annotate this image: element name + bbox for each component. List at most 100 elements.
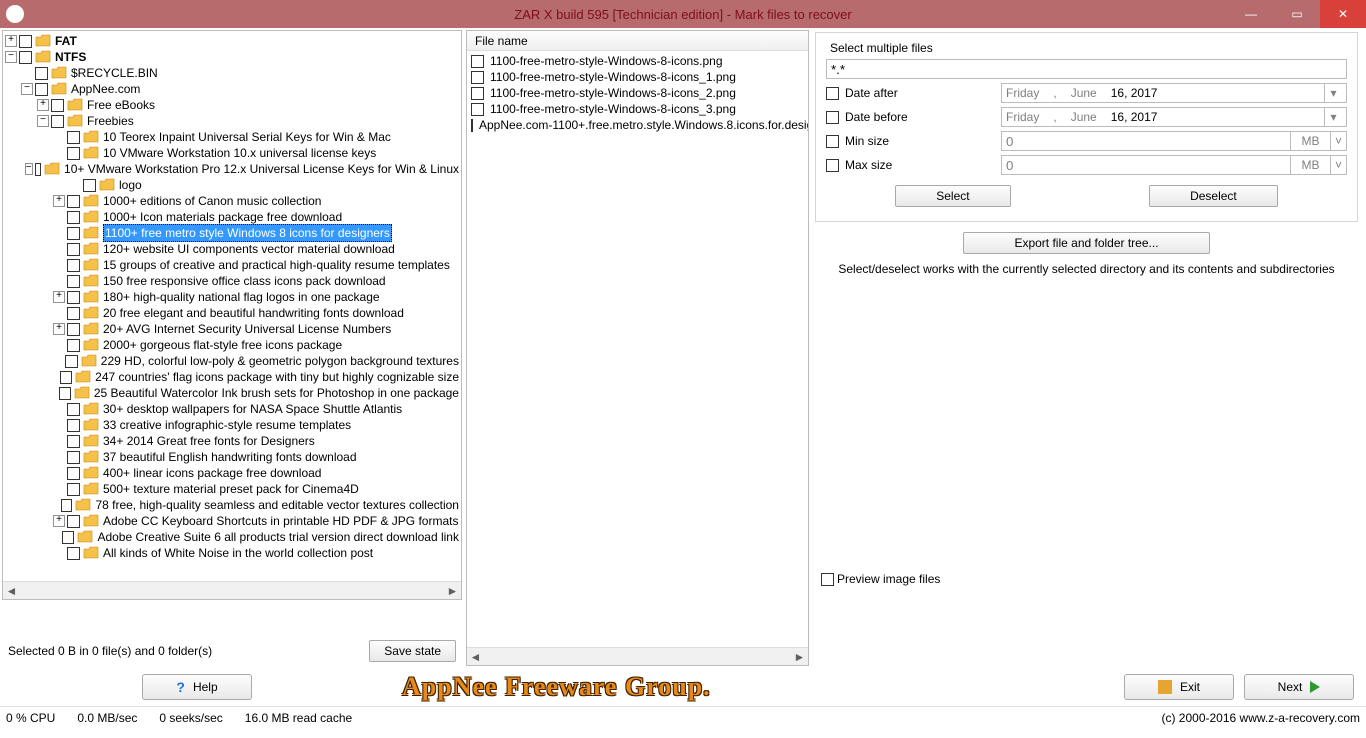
tree-checkbox[interactable]	[35, 163, 42, 176]
tree-row[interactable]: +1000+ editions of Canon music collectio…	[5, 193, 459, 209]
tree-row[interactable]: +Free eBooks	[5, 97, 459, 113]
tree-checkbox[interactable]	[60, 371, 72, 384]
tree-row[interactable]: 229 HD, colorful low-poly & geometric po…	[5, 353, 459, 369]
tree-row[interactable]: +180+ high-quality national flag logos i…	[5, 289, 459, 305]
tree-row[interactable]: 150 free responsive office class icons p…	[5, 273, 459, 289]
date-after-input[interactable]: Friday, June 16, 2017 ▾	[1001, 83, 1347, 103]
date-after-checkbox[interactable]	[826, 87, 839, 100]
collapse-icon[interactable]: −	[37, 115, 49, 127]
scroll-right-icon[interactable]: ►	[444, 582, 461, 599]
tree-row[interactable]: 25 Beautiful Watercolor Ink brush sets f…	[5, 385, 459, 401]
tree-row[interactable]: 78 free, high-quality seamless and edita…	[5, 497, 459, 513]
collapse-icon[interactable]: −	[21, 83, 33, 95]
tree-checkbox[interactable]	[67, 195, 80, 208]
dropdown-icon[interactable]: ˅	[1331, 155, 1347, 175]
tree-row[interactable]: 1100+ free metro style Windows 8 icons f…	[5, 225, 459, 241]
file-hscrollbar[interactable]: ◄ ►	[467, 647, 808, 665]
tree-row[interactable]: −AppNee.com	[5, 81, 459, 97]
select-button[interactable]: Select	[895, 185, 1010, 207]
tree-checkbox[interactable]	[67, 451, 80, 464]
tree-row[interactable]: +20+ AVG Internet Security Universal Lic…	[5, 321, 459, 337]
scroll-left-icon[interactable]: ◄	[3, 582, 20, 599]
calendar-icon[interactable]: ▾	[1324, 108, 1342, 126]
tree-checkbox[interactable]	[61, 499, 73, 512]
tree-row[interactable]: $RECYCLE.BIN	[5, 65, 459, 81]
tree-checkbox[interactable]	[67, 515, 80, 528]
tree-checkbox[interactable]	[67, 339, 80, 352]
tree-checkbox[interactable]	[35, 83, 48, 96]
file-row[interactable]: AppNee.com-1100+.free.metro.style.Window…	[469, 117, 806, 133]
tree-checkbox[interactable]	[19, 35, 32, 48]
tree-row[interactable]: 120+ website UI components vector materi…	[5, 241, 459, 257]
tree-checkbox[interactable]	[67, 547, 80, 560]
tree-checkbox[interactable]	[67, 275, 80, 288]
tree-checkbox[interactable]	[51, 99, 64, 112]
dropdown-icon[interactable]: ˅	[1331, 131, 1347, 151]
expand-icon[interactable]: +	[37, 99, 49, 111]
file-checkbox[interactable]	[471, 71, 484, 84]
tree-checkbox[interactable]	[35, 67, 48, 80]
tree-checkbox[interactable]	[67, 467, 80, 480]
tree-checkbox[interactable]	[67, 403, 80, 416]
file-row[interactable]: 1100-free-metro-style-Windows-8-icons.pn…	[469, 53, 806, 69]
file-checkbox[interactable]	[471, 55, 484, 68]
tree-checkbox[interactable]	[67, 419, 80, 432]
file-checkbox[interactable]	[471, 103, 484, 116]
exit-button[interactable]: Exit	[1124, 674, 1234, 700]
min-size-unit[interactable]: MB	[1291, 131, 1331, 151]
file-row[interactable]: 1100-free-metro-style-Windows-8-icons_1.…	[469, 69, 806, 85]
tree-row[interactable]: 2000+ gorgeous flat-style free icons pac…	[5, 337, 459, 353]
tree-row[interactable]: 500+ texture material preset pack for Ci…	[5, 481, 459, 497]
export-tree-button[interactable]: Export file and folder tree...	[963, 232, 1209, 254]
min-size-input[interactable]	[1001, 131, 1291, 151]
tree-checkbox[interactable]	[62, 531, 74, 544]
tree-row[interactable]: 34+ 2014 Great free fonts for Designers	[5, 433, 459, 449]
deselect-button[interactable]: Deselect	[1149, 185, 1278, 207]
tree-checkbox[interactable]	[67, 435, 80, 448]
tree-row[interactable]: 1000+ Icon materials package free downlo…	[5, 209, 459, 225]
tree-row[interactable]: 15 groups of creative and practical high…	[5, 257, 459, 273]
tree-checkbox[interactable]	[67, 291, 80, 304]
tree-row[interactable]: All kinds of White Noise in the world co…	[5, 545, 459, 561]
date-before-input[interactable]: Friday, June 16, 2017 ▾	[1001, 107, 1347, 127]
max-size-input[interactable]	[1001, 155, 1291, 175]
tree-row[interactable]: 10 Teorex Inpaint Universal Serial Keys …	[5, 129, 459, 145]
tree-checkbox[interactable]	[67, 147, 80, 160]
tree-row[interactable]: 247 countries' flag icons package with t…	[5, 369, 459, 385]
tree-row[interactable]: 10 VMware Workstation 10.x universal lic…	[5, 145, 459, 161]
maximize-button[interactable]: ▭	[1274, 0, 1320, 28]
max-size-checkbox[interactable]	[826, 159, 839, 172]
min-size-checkbox[interactable]	[826, 135, 839, 148]
tree-row[interactable]: Adobe Creative Suite 6 all products tria…	[5, 529, 459, 545]
tree-checkbox[interactable]	[83, 179, 96, 192]
tree-checkbox[interactable]	[51, 115, 64, 128]
file-checkbox[interactable]	[471, 119, 473, 132]
scroll-right-icon[interactable]: ►	[791, 648, 808, 665]
tree-checkbox[interactable]	[19, 51, 32, 64]
tree-row[interactable]: 20 free elegant and beautiful handwritin…	[5, 305, 459, 321]
tree-checkbox[interactable]	[67, 259, 80, 272]
scroll-left-icon[interactable]: ◄	[467, 648, 484, 665]
folder-tree[interactable]: +FAT−NTFS$RECYCLE.BIN−AppNee.com+Free eB…	[3, 31, 461, 581]
tree-checkbox[interactable]	[65, 355, 78, 368]
file-list-header[interactable]: File name	[467, 31, 808, 51]
max-size-unit[interactable]: MB	[1291, 155, 1331, 175]
expand-icon[interactable]: +	[5, 35, 17, 47]
tree-row[interactable]: +Adobe CC Keyboard Shortcuts in printabl…	[5, 513, 459, 529]
tree-checkbox[interactable]	[67, 243, 80, 256]
expand-icon[interactable]: +	[53, 323, 65, 335]
file-row[interactable]: 1100-free-metro-style-Windows-8-icons_2.…	[469, 85, 806, 101]
minimize-button[interactable]: —	[1228, 0, 1274, 28]
tree-checkbox[interactable]	[67, 307, 80, 320]
tree-row[interactable]: −Freebies	[5, 113, 459, 129]
tree-row[interactable]: 33 creative infographic-style resume tem…	[5, 417, 459, 433]
help-button[interactable]: ? Help	[142, 674, 252, 700]
tree-row[interactable]: 37 beautiful English handwriting fonts d…	[5, 449, 459, 465]
collapse-icon[interactable]: −	[5, 51, 17, 63]
date-before-checkbox[interactable]	[826, 111, 839, 124]
file-checkbox[interactable]	[471, 87, 484, 100]
tree-row[interactable]: 30+ desktop wallpapers for NASA Space Sh…	[5, 401, 459, 417]
tree-checkbox[interactable]	[67, 227, 80, 240]
tree-checkbox[interactable]	[67, 131, 80, 144]
tree-row[interactable]: 400+ linear icons package free download	[5, 465, 459, 481]
